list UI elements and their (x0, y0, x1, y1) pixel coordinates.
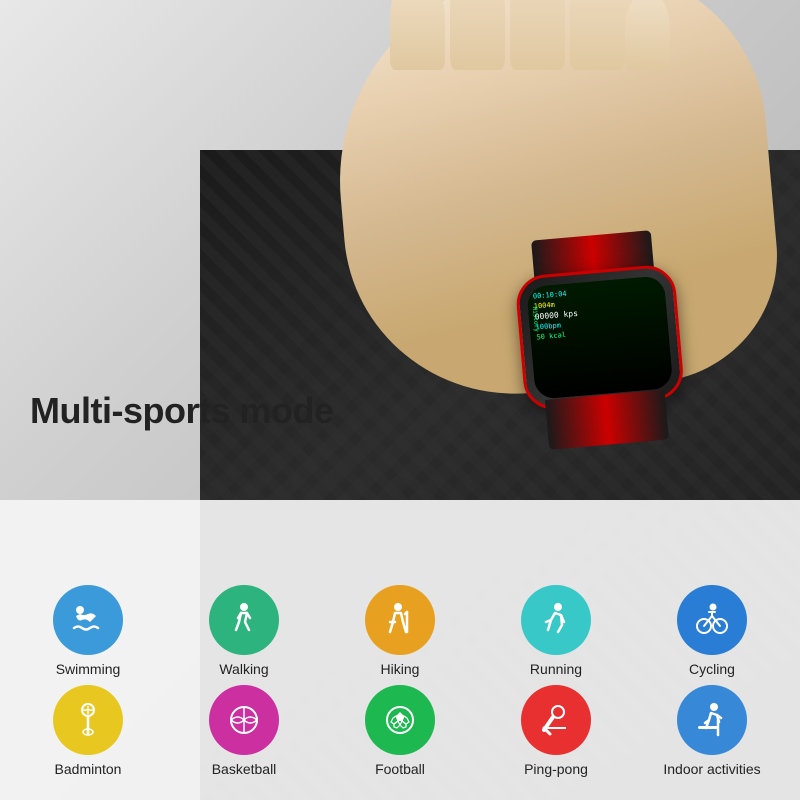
sport-item-badminton: Badminton (23, 685, 153, 777)
pingpong-icon-circle (521, 685, 591, 755)
football-icon (380, 700, 420, 740)
sport-item-walking: Walking (179, 585, 309, 677)
hiking-label: Hiking (381, 661, 420, 677)
pingpong-label: Ping-pong (524, 761, 588, 777)
sport-item-basketball: Basketball (179, 685, 309, 777)
indoor-label: Indoor activities (663, 761, 760, 777)
hiking-icon-circle (365, 585, 435, 655)
watch-screen: History 00:10:04 1004m 00000 kps 100bpm … (526, 275, 673, 400)
page-title: Multi-sports mode (30, 390, 334, 432)
sport-item-football: Football (335, 685, 465, 777)
finger-2 (450, 0, 505, 70)
basketball-icon-circle (209, 685, 279, 755)
sport-item-pingpong: Ping-pong (491, 685, 621, 777)
cycling-icon-circle (677, 585, 747, 655)
sports-grid: Swimming Walking (0, 500, 800, 800)
sport-item-cycling: Cycling (647, 585, 777, 677)
sport-item-indoor: Indoor activities (647, 685, 777, 777)
swimming-label: Swimming (56, 661, 121, 677)
swimming-icon (68, 600, 108, 640)
sport-item-hiking: Hiking (335, 585, 465, 677)
finger-3 (510, 0, 565, 70)
running-icon-circle (521, 585, 591, 655)
sport-item-swimming: Swimming (23, 585, 153, 677)
watch-display: History 00:10:04 1004m 00000 kps 100bpm … (526, 275, 673, 400)
sport-item-running: Running (491, 585, 621, 677)
basketball-icon (224, 700, 264, 740)
football-label: Football (375, 761, 425, 777)
pingpong-icon (536, 700, 576, 740)
badminton-icon-circle (53, 685, 123, 755)
indoor-icon-circle (677, 685, 747, 755)
watch-band-bottom (545, 390, 669, 450)
swimming-icon-circle (53, 585, 123, 655)
sports-row-1: Swimming Walking (10, 585, 790, 677)
basketball-label: Basketball (212, 761, 277, 777)
badminton-label: Badminton (55, 761, 122, 777)
finger-4 (570, 0, 625, 70)
running-icon (536, 600, 576, 640)
cycling-label: Cycling (689, 661, 735, 677)
walking-icon-circle (209, 585, 279, 655)
fingers (390, 0, 740, 70)
running-label: Running (530, 661, 582, 677)
hiking-icon (380, 600, 420, 640)
football-icon-circle (365, 685, 435, 755)
badminton-icon (68, 700, 108, 740)
finger-1 (390, 0, 445, 70)
finger-5 (625, 0, 670, 70)
indoor-icon (692, 700, 732, 740)
walking-icon (224, 600, 264, 640)
walking-label: Walking (219, 661, 268, 677)
sports-row-2: Badminton Basketball (10, 685, 790, 777)
cycling-icon (692, 600, 732, 640)
smartwatch: History 00:10:04 1004m 00000 kps 100bpm … (514, 263, 686, 416)
